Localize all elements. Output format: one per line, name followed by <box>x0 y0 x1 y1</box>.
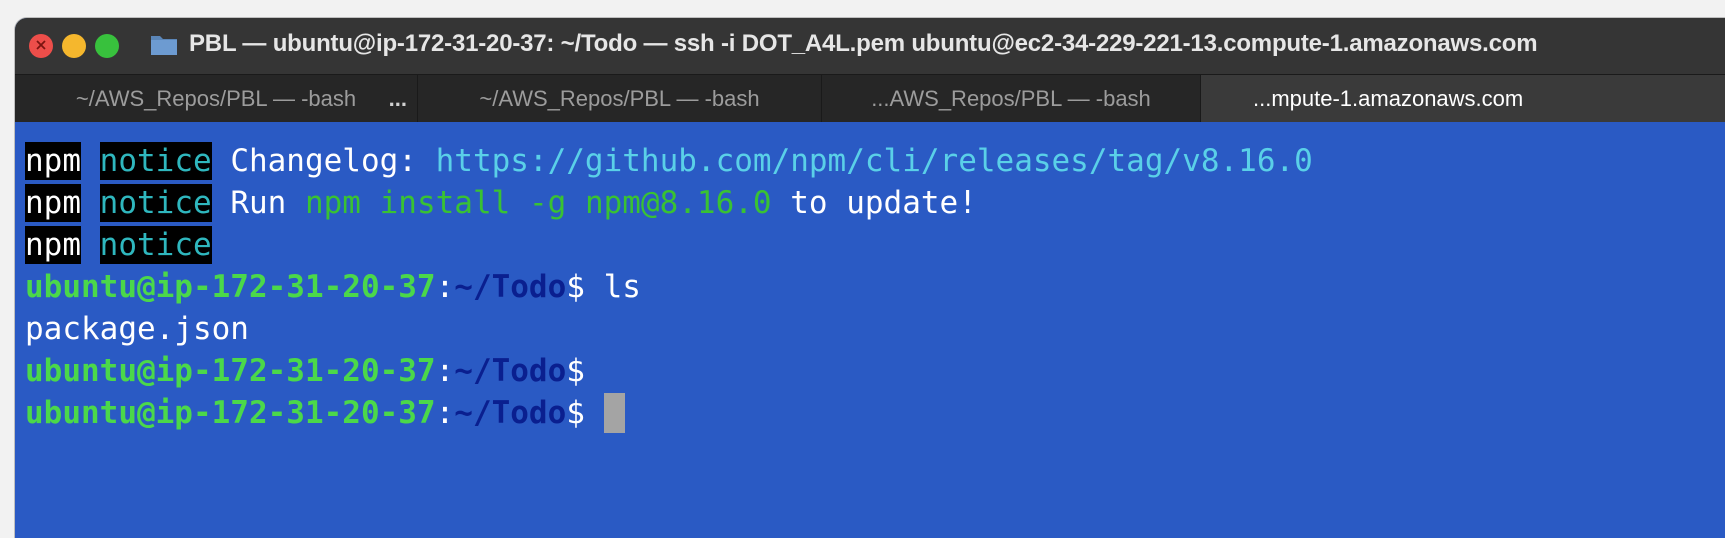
terminal-line: npm notice Changelog: https://github.com… <box>25 140 1725 182</box>
prompt-user: ubuntu@ip-172-31-20-37 <box>25 353 436 389</box>
terminal-window: PBL — ubuntu@ip-172-31-20-37: ~/Todo — s… <box>15 18 1725 538</box>
prompt-user: ubuntu@ip-172-31-20-37 <box>25 269 436 305</box>
update-command: npm install -g npm@8.16.0 <box>304 185 772 221</box>
tab-label: ~/AWS_Repos/PBL — -bash <box>479 86 760 111</box>
typed-command: ls <box>584 269 641 305</box>
changelog-url[interactable]: https://github.com/npm/cli/releases/tag/… <box>436 143 1313 179</box>
prompt-user: ubuntu@ip-172-31-20-37 <box>25 395 436 431</box>
prompt-dollar: $ <box>566 395 585 431</box>
terminal-line: package.json <box>25 308 1725 350</box>
prompt-dollar: $ <box>566 269 585 305</box>
terminal-line: npm notice Run npm install -g npm@8.16.0… <box>25 182 1725 224</box>
prompt-path: ~/Todo <box>454 269 567 305</box>
tab-bash-2[interactable]: ~/AWS_Repos/PBL — -bash <box>418 75 822 122</box>
prompt-separator: : <box>435 353 455 389</box>
zoom-window-button[interactable] <box>95 34 119 58</box>
terminal-line: npm notice <box>25 224 1725 266</box>
notice-label: notice <box>99 226 212 264</box>
npm-label: npm <box>25 142 81 180</box>
notice-label: notice <box>99 142 212 180</box>
tab-ssh-active[interactable]: ...mpute-1.amazonaws.com <box>1201 75 1725 122</box>
text-cursor <box>603 392 625 433</box>
prompt-separator: : <box>435 269 455 305</box>
prompt-dollar: $ <box>566 353 585 389</box>
close-icon <box>36 40 46 50</box>
run-text: Run <box>211 185 305 221</box>
tab-label: ...mpute-1.amazonaws.com <box>1253 86 1524 111</box>
update-text: to update! <box>771 185 977 221</box>
folder-icon <box>151 36 177 55</box>
npm-label: npm <box>25 184 81 222</box>
terminal-line: ubuntu@ip-172-31-20-37:~/Todo$ ls <box>25 266 1725 308</box>
command-output: package.json <box>25 311 249 347</box>
npm-label: npm <box>25 226 81 264</box>
prompt-separator: : <box>435 395 455 431</box>
terminal-line: ubuntu@ip-172-31-20-37:~/Todo$ <box>25 350 1725 392</box>
window-title: PBL — ubuntu@ip-172-31-20-37: ~/Todo — s… <box>189 30 1538 57</box>
changelog-text: Changelog: <box>211 143 436 179</box>
prompt-path: ~/Todo <box>454 395 567 431</box>
close-window-button[interactable] <box>29 34 53 58</box>
tab-overflow-indicator[interactable]: ... <box>389 75 407 122</box>
notice-label: notice <box>99 184 212 222</box>
tab-label: ~/AWS_Repos/PBL — -bash <box>75 86 357 111</box>
prompt-path: ~/Todo <box>454 353 567 389</box>
terminal-output[interactable]: npm notice Changelog: https://github.com… <box>15 122 1725 538</box>
terminal-line: ubuntu@ip-172-31-20-37:~/Todo$ <box>25 392 1725 434</box>
title-bar[interactable]: PBL — ubuntu@ip-172-31-20-37: ~/Todo — s… <box>15 18 1725 74</box>
tab-bash-3[interactable]: ...AWS_Repos/PBL — -bash <box>822 75 1201 122</box>
minimize-window-button[interactable] <box>62 34 86 58</box>
tab-label: ...AWS_Repos/PBL — -bash <box>871 86 1151 111</box>
tab-bash-1[interactable]: ~/AWS_Repos/PBL — -bash ... <box>15 75 418 122</box>
tab-bar: ~/AWS_Repos/PBL — -bash ... ~/AWS_Repos/… <box>15 74 1725 123</box>
